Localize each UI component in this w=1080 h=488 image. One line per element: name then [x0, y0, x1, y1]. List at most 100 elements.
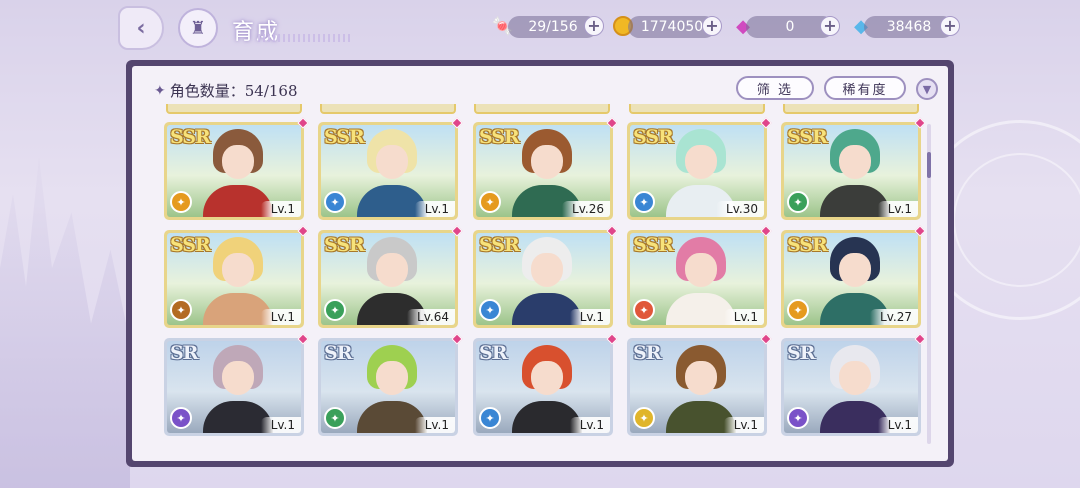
portrait-face — [839, 145, 871, 179]
rarity-tag: SR — [324, 342, 352, 364]
purple-element-icon: ✦ — [787, 407, 809, 429]
rarity-tag: SSR — [170, 126, 211, 148]
rarity-tag: SSR — [787, 126, 828, 148]
character-card[interactable]: SR ✦ Lv.1 — [781, 333, 924, 436]
rarity-tag: SSR — [633, 126, 674, 148]
character-card-art: SSR ✦ Lv.1 — [167, 125, 301, 217]
character-card[interactable]: SSR ✦ Lv.1 — [164, 225, 309, 328]
rarity-tag: SSR — [324, 234, 365, 256]
character-card[interactable]: SSR ✦ Lv.26 — [473, 117, 618, 220]
home-button[interactable]: ♜ — [178, 8, 218, 48]
green-element-icon: ✦ — [787, 191, 809, 213]
portrait-face — [222, 145, 254, 179]
rarity-tag: SSR — [170, 234, 211, 256]
character-card-art: SSR ✦ Lv.1 — [321, 125, 455, 217]
level-label: Lv.1 — [569, 309, 610, 325]
character-card[interactable]: SR ✦ Lv.1 — [627, 333, 772, 436]
character-card-art: SR ✦ Lv.1 — [784, 341, 918, 433]
rarity-tag: SSR — [324, 126, 365, 148]
rarity-tag: SSR — [479, 234, 520, 256]
title-decoration — [258, 34, 350, 42]
level-label: Lv.1 — [414, 417, 455, 433]
partial-card — [166, 104, 302, 114]
back-button[interactable]: ‹ — [118, 6, 164, 50]
portrait-face — [222, 253, 254, 287]
rarity-sort-button[interactable]: 稀有度 — [824, 76, 906, 100]
add-candy-button[interactable]: + — [584, 16, 604, 36]
portrait-face — [685, 253, 717, 287]
character-card[interactable]: SSR ✦ Lv.64 — [318, 225, 463, 328]
grid-scroll-thumb[interactable] — [927, 152, 931, 178]
character-count-text: 角色数量：54/168 — [169, 82, 298, 100]
character-card[interactable]: SSR ✦ Lv.1 — [473, 225, 618, 328]
add-blue-gem-button[interactable]: + — [940, 16, 960, 36]
portrait-face — [685, 145, 717, 179]
character-card[interactable]: SR ✦ Lv.1 — [164, 333, 309, 436]
blue-element-icon: ✦ — [633, 191, 655, 213]
blue-element-icon: ✦ — [479, 407, 501, 429]
character-card-art: SR ✦ Lv.1 — [630, 341, 764, 433]
rarity-tag: SSR — [479, 126, 520, 148]
character-count: ✦ 角色数量：54/168 — [154, 80, 298, 101]
chevron-down-icon: ▼ — [922, 82, 932, 96]
character-panel: ✦ 角色数量：54/168 筛 选 稀有度 ▼ SSR ✦ Lv.1 SSR ✦ Lv.1… — [126, 60, 954, 467]
level-label: Lv.1 — [877, 417, 918, 433]
character-card-art: SSR ✦ Lv.1 — [784, 125, 918, 217]
rarity-tag: SR — [479, 342, 507, 364]
portrait-face — [376, 253, 408, 287]
character-card-art: SR ✦ Lv.1 — [167, 341, 301, 433]
partial-card — [474, 104, 610, 114]
level-label: Lv.26 — [562, 201, 610, 217]
portrait-face — [222, 361, 254, 395]
character-card[interactable]: SSR ✦ Lv.30 — [627, 117, 772, 220]
level-label: Lv.1 — [260, 417, 301, 433]
character-card[interactable]: SSR ✦ Lv.1 — [164, 117, 309, 220]
character-card-art: SR ✦ Lv.1 — [321, 341, 455, 433]
previous-row-peek — [162, 104, 924, 118]
character-card[interactable]: SSR ✦ Lv.27 — [781, 225, 924, 328]
character-card-art: SSR ✦ Lv.30 — [630, 125, 764, 217]
back-arrow-icon: ‹ — [136, 15, 146, 41]
rarity-tag: SR — [787, 342, 815, 364]
orange-element-icon: ✦ — [787, 299, 809, 321]
level-label: Lv.1 — [723, 309, 764, 325]
level-label: Lv.1 — [414, 201, 455, 217]
add-pink-gem-button[interactable]: + — [820, 16, 840, 36]
character-card-art: SSR ✦ Lv.1 — [476, 233, 610, 325]
character-card-art: SSR ✦ Lv.64 — [321, 233, 455, 325]
filter-button[interactable]: 筛 选 — [736, 76, 814, 100]
level-label: Lv.64 — [407, 309, 455, 325]
purple-element-icon: ✦ — [170, 407, 192, 429]
green-element-icon: ✦ — [324, 299, 346, 321]
portrait-face — [376, 361, 408, 395]
rarity-tag: SR — [633, 342, 661, 364]
orange-element-icon: ✦ — [170, 191, 192, 213]
rarity-tag: SSR — [787, 234, 828, 256]
rarity-tag: SR — [170, 342, 198, 364]
level-label: Lv.1 — [877, 201, 918, 217]
add-coin-button[interactable]: + — [702, 16, 722, 36]
character-card[interactable]: SSR ✦ Lv.1 — [318, 117, 463, 220]
orange-element-icon: ✦ — [479, 191, 501, 213]
portrait-face — [839, 361, 871, 395]
character-panel-inner: ✦ 角色数量：54/168 筛 选 稀有度 ▼ SSR ✦ Lv.1 SSR ✦ Lv.1… — [132, 66, 948, 461]
blue-element-icon: ✦ — [324, 191, 346, 213]
character-card[interactable]: SR ✦ Lv.1 — [473, 333, 618, 436]
character-card-art: SSR ✦ Lv.26 — [476, 125, 610, 217]
yellow-element-icon: ✦ — [633, 407, 655, 429]
castle-home-icon: ♜ — [189, 17, 207, 39]
character-grid[interactable]: SSR ✦ Lv.1 SSR ✦ Lv.1 SSR ✦ Lv.26 SSR ✦ Lv.30 SSR ✦ Lv… — [162, 104, 924, 457]
top-bar: ‹ ♜ 育成 🍬 29/156 + 1774050 + ◆ 0 + ◆ 3846… — [0, 0, 1080, 56]
character-card-art: SSR ✦ Lv.27 — [784, 233, 918, 325]
character-card-art: SSR ✦ Lv.1 — [167, 233, 301, 325]
character-card[interactable]: SSR ✦ Lv.1 — [781, 117, 924, 220]
portrait-face — [839, 253, 871, 287]
character-card-art: SR ✦ Lv.1 — [476, 341, 610, 433]
brown-element-icon: ✦ — [170, 299, 192, 321]
character-card[interactable]: SSR ✦ Lv.1 — [627, 225, 772, 328]
blue-element-icon: ✦ — [479, 299, 501, 321]
level-label: Lv.1 — [569, 417, 610, 433]
partial-card — [783, 104, 919, 114]
character-card[interactable]: SR ✦ Lv.1 — [318, 333, 463, 436]
sort-order-button[interactable]: ▼ — [916, 78, 938, 100]
